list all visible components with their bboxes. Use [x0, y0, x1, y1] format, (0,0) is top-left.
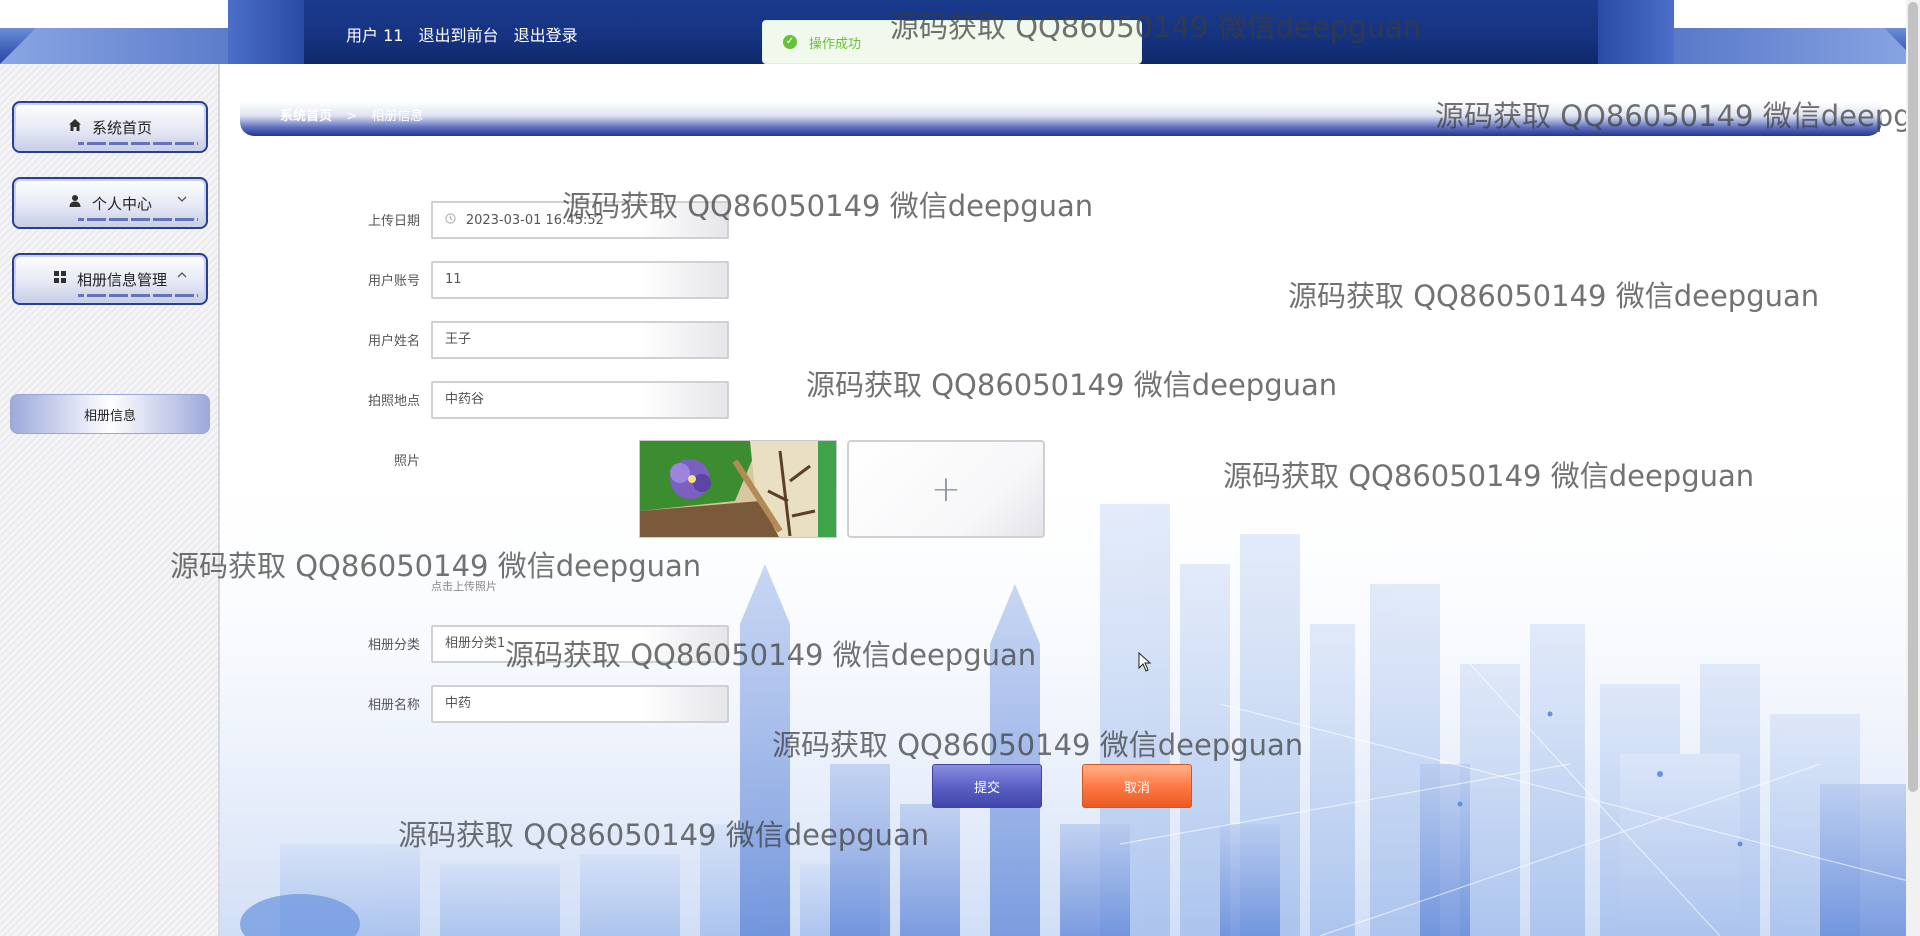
uploaded-photo-thumbnail[interactable]	[639, 440, 837, 538]
cancel-button[interactable]: 取消	[1082, 764, 1192, 808]
sidebar-item-label: 相册信息管理	[76, 270, 167, 289]
user-icon	[68, 194, 82, 212]
sidebar-item-personal-center[interactable]: 个人中心	[12, 177, 208, 229]
submit-button[interactable]: 提交	[932, 764, 1042, 808]
scrollbar-thumb[interactable]	[1908, 2, 1918, 792]
current-user-label: 用户 11	[346, 26, 404, 45]
toast-message: 操作成功	[809, 36, 862, 52]
header-panel-edge-left	[228, 0, 304, 64]
upload-date-label: 上传日期	[367, 214, 420, 229]
plus-icon: +	[930, 468, 962, 510]
sidebar-subitem-label: 相册信息	[83, 408, 136, 424]
account-label: 用户账号	[367, 274, 420, 289]
upload-hint: 点击上传照片	[431, 580, 497, 593]
sidebar-item-home[interactable]: 系统首页	[12, 101, 208, 153]
sidebar-item-album-management[interactable]: 相册信息管理	[12, 253, 208, 305]
category-label: 相册分类	[367, 638, 420, 653]
sidebar: 系统首页 个人中心 相册信息管理 相册信息	[0, 64, 220, 936]
flower-photo-image	[640, 441, 836, 537]
user-name-label: 用户姓名	[367, 334, 420, 349]
clock-icon	[445, 213, 460, 227]
user-name-field[interactable]: 王子	[431, 321, 729, 359]
header-links: 用户 11 退出到前台 退出登录	[346, 22, 588, 46]
page-scrollbar[interactable]	[1906, 0, 1920, 936]
sidebar-subitem-album-info[interactable]: 相册信息	[10, 394, 210, 434]
mouse-cursor-icon	[1138, 652, 1152, 672]
album-name-label: 相册名称	[367, 698, 420, 713]
album-name-field[interactable]: 中药	[431, 685, 729, 723]
upload-date-field[interactable]: 2023-03-01 16:45:52	[431, 201, 729, 239]
photo-upload-button[interactable]: +	[847, 440, 1045, 538]
breadcrumb-separator: >	[346, 109, 358, 124]
category-select[interactable]: 相册分类1	[431, 625, 729, 663]
home-icon	[68, 118, 82, 136]
chevron-down-icon	[176, 193, 188, 208]
sidebar-item-label: 个人中心	[91, 194, 152, 213]
location-label: 拍照地点	[367, 394, 420, 409]
back-to-front-link[interactable]: 退出到前台	[419, 26, 499, 45]
decorative-bar	[78, 142, 198, 145]
photo-label: 照片	[393, 454, 420, 469]
sidebar-item-label: 系统首页	[91, 118, 152, 137]
header-panel-edge-right	[1598, 0, 1674, 64]
logout-link[interactable]: 退出登录	[514, 26, 578, 45]
main-content: 系统首页 > 相册信息 上传日期 2023-03-01 16:45:52 用户账…	[220, 64, 1920, 936]
decorative-bar	[78, 294, 198, 297]
breadcrumb-home-link[interactable]: 系统首页	[280, 109, 332, 124]
chevron-up-icon	[176, 269, 188, 284]
grid-icon	[53, 270, 67, 288]
account-field[interactable]: 11	[431, 261, 729, 299]
decorative-bar	[78, 218, 198, 221]
cityscape-background	[220, 444, 1920, 936]
check-circle-icon: ✓	[783, 35, 797, 49]
success-toast: ✓ 操作成功	[762, 20, 1142, 64]
upload-date-value: 2023-03-01 16:45:52	[465, 213, 604, 228]
location-field[interactable]: 中药谷	[431, 381, 729, 419]
breadcrumb-current: 相册信息	[371, 109, 424, 124]
breadcrumb: 系统首页 > 相册信息	[240, 102, 1882, 136]
